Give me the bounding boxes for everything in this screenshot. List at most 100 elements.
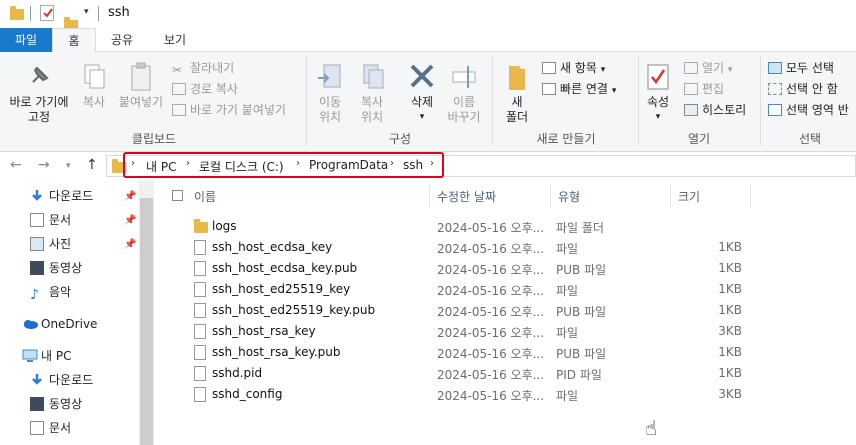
file-row[interactable]: sshd_config 2024-05-16 오후... 파일 3KB [190, 384, 750, 405]
file-date: 2024-05-16 오후... [437, 368, 545, 382]
file-row[interactable]: ssh_host_ecdsa_key.pub 2024-05-16 오후... PU… [190, 258, 750, 279]
chevron-down-icon: ▾ [600, 65, 606, 75]
file-size: 1KB [718, 303, 742, 317]
select-all-button[interactable]: 모두 선택 [768, 60, 834, 76]
rename-icon [450, 62, 478, 92]
mouse-cursor-hand-icon: ☝ [645, 416, 658, 440]
delete-icon [408, 62, 436, 92]
column-divider[interactable] [670, 184, 671, 208]
file-icon [194, 261, 206, 276]
cloud-icon [22, 317, 38, 331]
chevron-right-icon: › [131, 158, 135, 169]
chevron-down-icon: ▾ [419, 112, 425, 122]
easy-access-icon [542, 83, 556, 95]
file-name: sshd.pid [212, 366, 263, 380]
breadcrumb-local-disk[interactable]: 로컬 디스크 (C:) [199, 158, 284, 175]
file-row[interactable]: sshd.pid 2024-05-16 오후... PID 파일 1KB [190, 363, 750, 384]
divider [760, 56, 761, 146]
copy-path-button[interactable]: 경로 복사 [172, 81, 238, 97]
move-to-button[interactable]: 이동 위치 [312, 62, 348, 125]
column-header-date[interactable]: 수정한 날짜 [437, 188, 496, 205]
column-header-type[interactable]: 유형 [558, 188, 580, 205]
file-date: 2024-05-16 오후... [437, 263, 545, 277]
clipboard-icon [127, 62, 155, 92]
open-button[interactable]: 열기 ▾ [684, 60, 732, 78]
sidebar-item-videos-pc[interactable]: 동영상 [30, 394, 82, 414]
rename-button[interactable]: 이름 바꾸기 [444, 62, 484, 125]
sidebar-item-downloads-pc[interactable]: 다운로드 [30, 370, 93, 390]
file-date: 2024-05-16 오후... [437, 221, 545, 235]
sidebar-item-this-pc[interactable]: 내 PC [22, 346, 71, 366]
file-icon [194, 324, 206, 339]
delete-button[interactable]: 삭제 ▾ [402, 62, 442, 125]
sidebar-item-onedrive[interactable]: OneDrive [22, 314, 97, 334]
history-icon [684, 104, 698, 116]
column-header-size[interactable]: 크기 [678, 188, 700, 205]
cut-button[interactable]: ✂ 잘라내기 [172, 60, 234, 77]
chevron-down-icon: ▾ [727, 65, 733, 75]
column-divider[interactable] [550, 184, 551, 208]
scissors-icon: ✂ [172, 63, 183, 77]
file-icon [194, 387, 206, 402]
file-date: 2024-05-16 오후... [437, 389, 545, 403]
copy-to-button[interactable]: 복사 위치 [354, 62, 390, 125]
tab-home[interactable]: 홈 [52, 28, 96, 53]
chevron-right-icon: › [296, 158, 300, 169]
pin-icon: 📌 [124, 191, 137, 202]
file-date: 2024-05-16 오후... [437, 242, 545, 256]
properties-quick-icon[interactable] [40, 5, 54, 21]
file-name: ssh_host_ed25519_key.pub [212, 303, 376, 317]
music-icon: ♪ [30, 287, 39, 303]
file-name: ssh_host_ecdsa_key.pub [212, 261, 358, 275]
divider [492, 56, 493, 146]
sidebar-scrollbar-thumb[interactable] [140, 198, 153, 445]
edit-button[interactable]: 편집 [684, 81, 724, 97]
video-icon [30, 397, 44, 411]
file-row[interactable]: ssh_host_ed25519_key.pub 2024-05-16 오후...… [190, 300, 750, 321]
file-row[interactable]: ssh_host_ed25519_key 2024-05-16 오후... 파일 1K… [190, 279, 750, 300]
chevron-down-icon[interactable]: ▾ [84, 7, 89, 17]
copy-button[interactable]: 복사 [76, 62, 112, 110]
file-name: ssh_host_rsa_key [212, 324, 316, 338]
file-type: PUB 파일 [556, 347, 607, 361]
sidebar-item-pictures[interactable]: 사진 [30, 234, 71, 254]
copy-icon [80, 62, 108, 92]
column-header-name[interactable]: 이름 [194, 188, 216, 205]
select-all-icon [768, 62, 782, 74]
column-divider[interactable] [429, 184, 430, 208]
pin-to-quick-access-button[interactable]: 바로 가기에 고정 [4, 62, 74, 125]
file-row[interactable]: ssh_host_rsa_key 2024-05-16 오후... 파일 3KB [190, 321, 750, 342]
tab-view[interactable]: 보기 [150, 28, 200, 52]
file-icon [194, 345, 206, 360]
sidebar-item-videos[interactable]: 동영상 [30, 258, 82, 278]
paste-button[interactable]: 붙여넣기 [116, 62, 166, 110]
easy-access-button[interactable]: 빠른 연결 ▾ [542, 81, 616, 99]
file-size: 3KB [718, 387, 742, 401]
properties-button[interactable]: 속성 ▾ [640, 62, 676, 125]
select-none-button[interactable]: 선택 안 함 [768, 81, 838, 97]
breadcrumb: › 내 PC › 로컬 디스크 (C:) › ProgramData › ssh… [0, 152, 856, 180]
breadcrumb-programdata[interactable]: ProgramData [309, 158, 388, 172]
new-folder-button[interactable]: 새 폴더 [500, 62, 534, 125]
sidebar-item-documents[interactable]: 문서 [30, 210, 71, 230]
folder-icon [10, 6, 24, 20]
sidebar-item-documents-pc[interactable]: 문서 [30, 418, 71, 438]
breadcrumb-my-pc[interactable]: 내 PC [146, 158, 176, 175]
select-all-checkbox[interactable] [172, 190, 183, 201]
tab-file[interactable]: 파일 [0, 28, 52, 52]
tab-share[interactable]: 공유 [100, 28, 144, 52]
invert-selection-button[interactable]: 선택 영역 반 [768, 102, 849, 118]
breadcrumb-ssh[interactable]: ssh [403, 158, 423, 172]
file-row[interactable]: logs 2024-05-16 오후... 파일 폴더 [190, 216, 750, 237]
history-button[interactable]: 히스토리 [684, 102, 746, 118]
file-row[interactable]: ssh_host_rsa_key.pub 2024-05-16 오후... PUB … [190, 342, 750, 363]
file-row[interactable]: ssh_host_ecdsa_key 2024-05-16 오후... 파일 1KB [190, 237, 750, 258]
new-item-button[interactable]: 새 항목 ▾ [542, 60, 605, 78]
document-icon [30, 421, 44, 435]
column-divider[interactable] [750, 184, 751, 208]
chevron-right-icon: › [390, 158, 394, 169]
sidebar-item-downloads[interactable]: 다운로드 [30, 186, 93, 206]
sidebar-item-music[interactable]: ♪ 음악 [30, 282, 71, 302]
paste-shortcut-button[interactable]: 바로 가기 붙여넣기 [172, 102, 286, 118]
group-label-open: 열기 [687, 132, 711, 146]
